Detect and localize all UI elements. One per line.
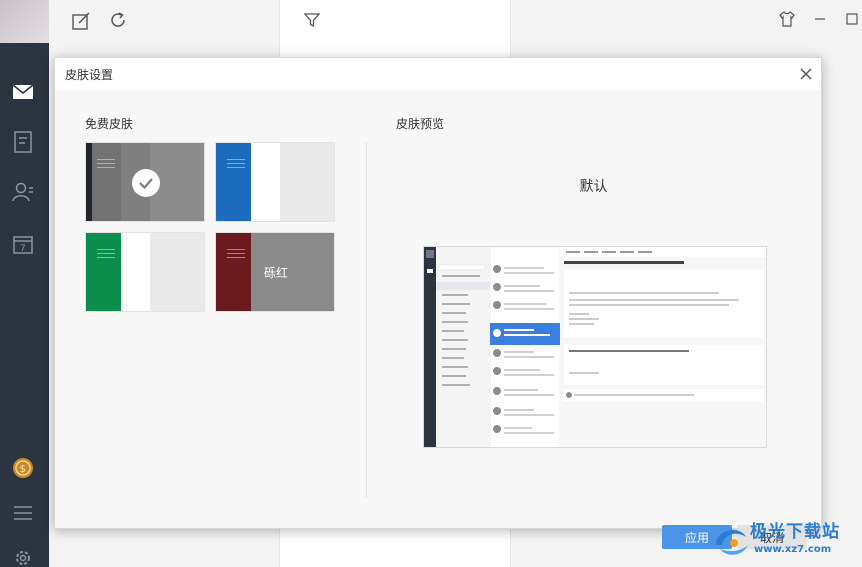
watermark-swirl-icon	[716, 530, 748, 555]
coin-icon[interactable]: $	[11, 456, 35, 480]
skin-preview-image	[423, 246, 767, 448]
filter-icon[interactable]	[302, 10, 322, 30]
contacts-icon[interactable]	[11, 180, 35, 204]
skin-preview-label: 皮肤预览	[396, 117, 445, 131]
svg-text:7: 7	[20, 244, 26, 254]
skin-decoration	[97, 249, 115, 261]
skin-settings-dialog: 皮肤设置 免费皮肤 皮肤预览 砾红 默认 应用 取消	[54, 57, 822, 549]
skin-option-red[interactable]: 砾红	[215, 232, 335, 312]
skin-name-label: 砾红	[263, 266, 288, 280]
close-icon[interactable]	[799, 66, 813, 80]
skin-swatch	[222, 143, 251, 221]
free-skins-label: 免费皮肤	[85, 117, 134, 131]
watermark-logo: 极光下载站 www.xz7.com	[710, 511, 860, 567]
compose-icon[interactable]	[71, 11, 91, 31]
dialog-title: 皮肤设置	[65, 68, 114, 82]
notes-icon[interactable]	[11, 130, 35, 154]
app-sidebar: 7 $	[0, 0, 56, 567]
skin-swatch	[121, 233, 150, 311]
skin-swatch	[280, 143, 334, 221]
skin-decoration	[227, 159, 245, 171]
skin-swatch	[92, 233, 121, 311]
calendar-icon[interactable]: 7	[11, 232, 35, 256]
skin-decoration	[227, 249, 245, 261]
skin-option-default[interactable]	[85, 142, 205, 222]
settings-gear-icon[interactable]	[11, 546, 35, 567]
skin-swatch	[150, 233, 204, 311]
minimize-icon[interactable]	[810, 9, 830, 29]
skin-shirt-icon[interactable]	[777, 9, 797, 29]
preview-mockup	[424, 247, 766, 447]
refresh-icon[interactable]	[108, 10, 128, 30]
dialog-body: 免费皮肤 皮肤预览 砾红 默认 应用 取消	[55, 90, 821, 549]
skin-option-green[interactable]	[85, 232, 205, 312]
skin-option-blue[interactable]	[215, 142, 335, 222]
skin-swatch	[251, 143, 280, 221]
selected-check-icon	[132, 169, 160, 197]
watermark-title: 极光下载站	[750, 522, 840, 542]
svg-text:$: $	[20, 464, 26, 475]
watermark-url: www.xz7.com	[754, 544, 832, 555]
skin-swatch	[92, 143, 121, 221]
preview-skin-name: 默认	[579, 179, 608, 195]
skin-decoration	[97, 159, 115, 171]
menu-icon[interactable]	[11, 501, 35, 525]
mail-icon[interactable]	[11, 80, 35, 104]
maximize-icon[interactable]	[842, 9, 862, 29]
avatar[interactable]	[0, 0, 56, 43]
